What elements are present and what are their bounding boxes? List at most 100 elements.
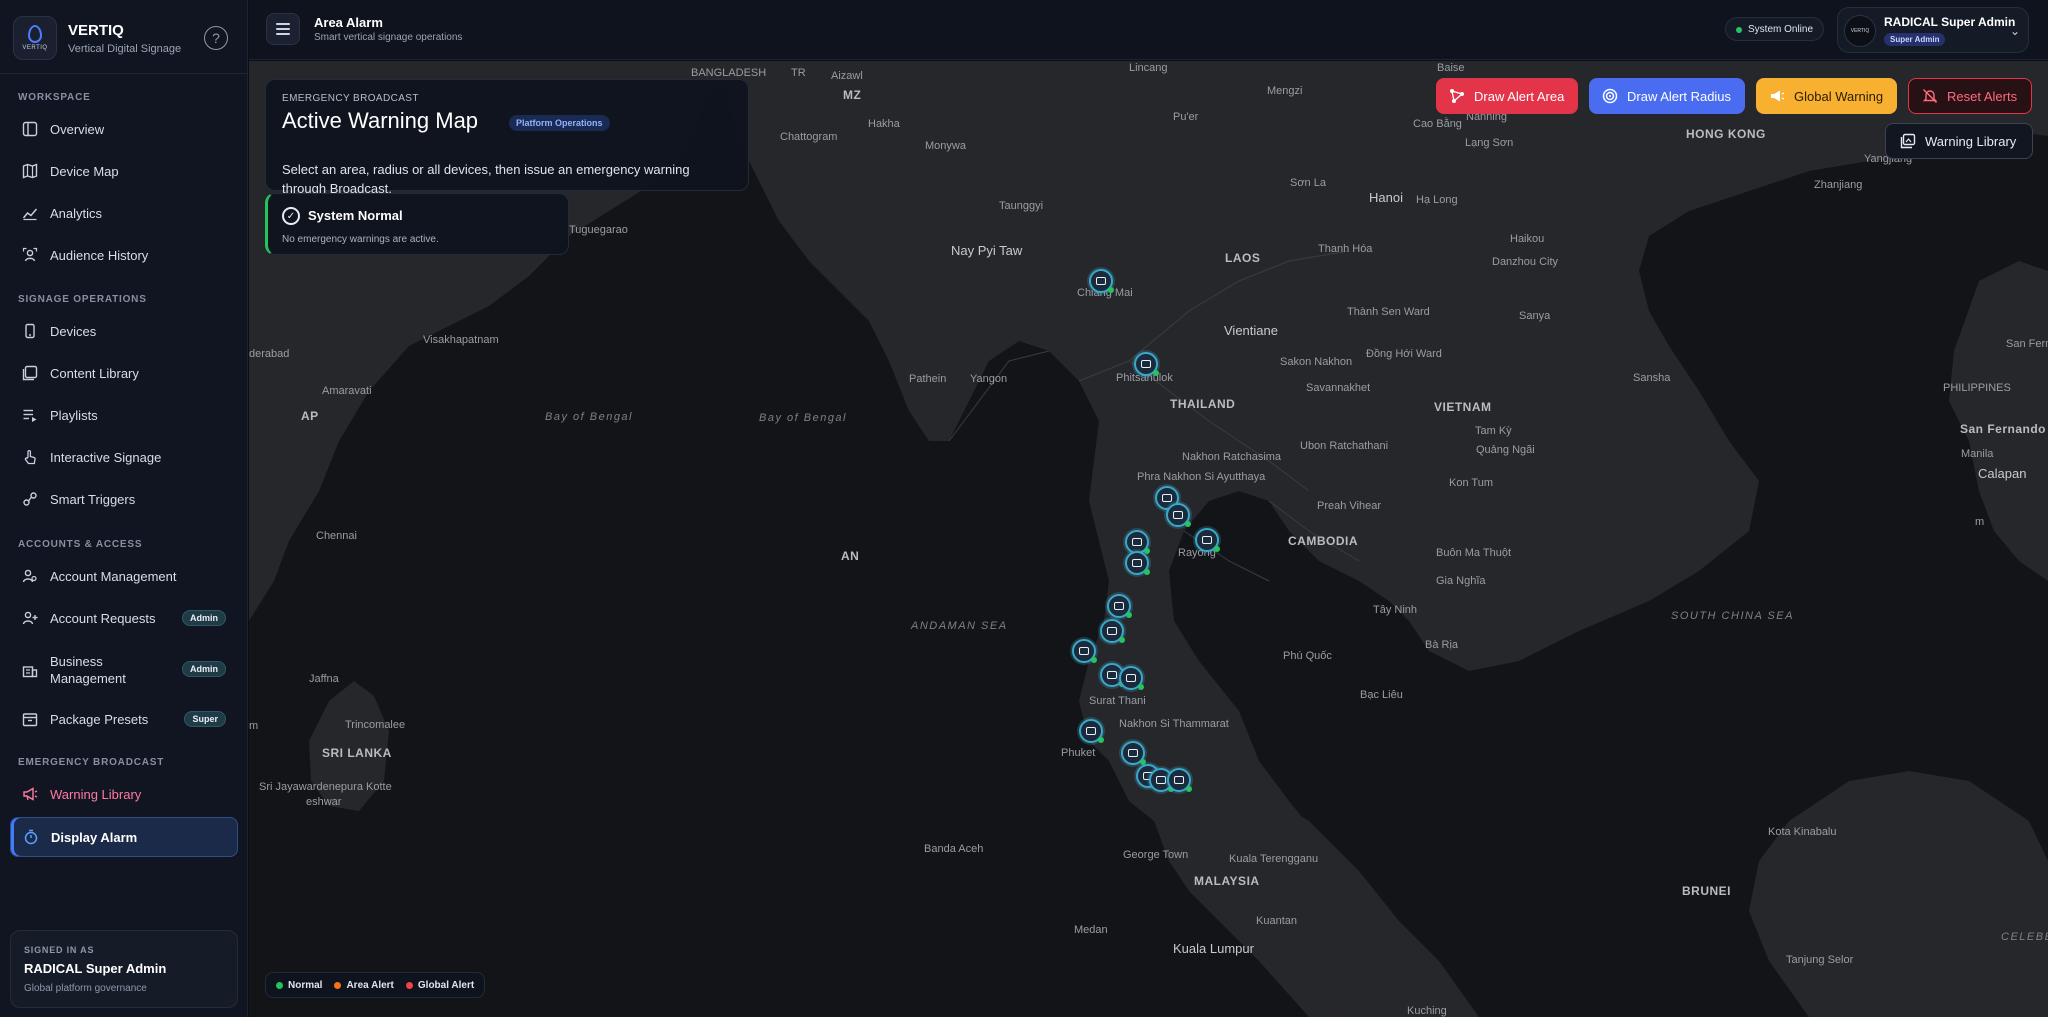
- sidebar-item-playlists[interactable]: Playlists: [10, 396, 238, 434]
- sidebar-item-audience-history[interactable]: Audience History: [10, 236, 238, 274]
- help-icon[interactable]: ?: [204, 26, 228, 50]
- device-marker[interactable]: [1119, 666, 1144, 694]
- sidebar-item-overview[interactable]: Overview: [10, 110, 238, 148]
- map-place-label: Hạ Long: [1416, 194, 1458, 206]
- card-eyebrow: EMERGENCY BROADCAST: [282, 93, 419, 104]
- map-place-label: San Fernando: [1960, 422, 2047, 436]
- map-place-label: derabad: [249, 348, 290, 360]
- map-place-label: Chennai: [316, 530, 357, 542]
- sidebar-item-warning-library[interactable]: Warning Library: [10, 775, 238, 813]
- map-place-label: George Town: [1123, 849, 1189, 861]
- map-place-label: Thanh Hóa: [1318, 243, 1373, 255]
- sidebar-item-account-requests[interactable]: Account Requests Admin: [10, 599, 238, 637]
- device-marker[interactable]: [1134, 352, 1159, 380]
- signed-in-label: SIGNED IN AS: [24, 945, 95, 955]
- map-place-label: Mengzi: [1267, 85, 1303, 97]
- chevron-down-icon: ⌄: [2009, 24, 2020, 38]
- map-place-label: Trincomalee: [345, 719, 406, 731]
- sidebar-item-label: Interactive Signage: [50, 449, 162, 465]
- global-warning-button[interactable]: Global Warning: [1756, 78, 1898, 114]
- map-place-label: Kota Kinabalu: [1768, 826, 1837, 838]
- sidebar-item-business-management[interactable]: Business Management Admin: [10, 648, 238, 692]
- user-menu[interactable]: VERTIQ RADICAL Super Admin Super Admin ⌄: [1837, 7, 2029, 53]
- legend-item-area-alert: Area Alert: [334, 980, 394, 991]
- map-place-label: Bạc Liêu: [1360, 689, 1403, 701]
- device-marker[interactable]: [1072, 639, 1097, 667]
- platform-operations-tag: Platform Operations: [509, 115, 610, 131]
- device-marker[interactable]: [1195, 528, 1220, 556]
- map-place-label: Chattogram: [780, 131, 838, 143]
- brand-tagline: Vertical Digital Signage: [68, 43, 182, 55]
- map-place-label: m: [249, 720, 259, 732]
- admin-badge: Admin: [182, 661, 226, 677]
- map-place-label: BANGLADESH: [691, 67, 767, 79]
- sidebar-item-analytics[interactable]: Analytics: [10, 194, 238, 232]
- sidebar-item-display-alarm[interactable]: Display Alarm: [10, 817, 238, 857]
- page-title: Area Alarm: [314, 15, 383, 30]
- map-place-label: SRI LANKA: [322, 746, 392, 760]
- user-add-icon: [21, 609, 39, 627]
- map-place-label: Hanoi: [1369, 190, 1403, 205]
- super-badge: Super: [184, 711, 226, 727]
- sidebar-item-device-map[interactable]: Device Map: [10, 152, 238, 190]
- section-signage-operations: SIGNAGE OPERATIONS: [18, 294, 147, 305]
- hamburger-icon: [276, 23, 290, 25]
- draw-alert-radius-button[interactable]: Draw Alert Radius: [1589, 78, 1746, 114]
- warning-map[interactable]: BANGLADESH TR Aizawl MZ Chattogram Hakha…: [249, 61, 2048, 1017]
- draw-alert-area-button[interactable]: Draw Alert Area: [1436, 78, 1579, 114]
- sidebar-item-label: Content Library: [50, 365, 139, 381]
- map-place-label: Thành Sen Ward: [1347, 306, 1430, 318]
- sidebar-item-account-management[interactable]: Account Management: [10, 557, 238, 595]
- device-marker[interactable]: [1107, 594, 1132, 622]
- business-icon: [21, 661, 39, 679]
- map-place-label: Phú Quốc: [1283, 650, 1332, 662]
- page-subtitle: Smart vertical signage operations: [314, 32, 463, 43]
- map-place-label: Nakhon Ratchasima: [1182, 451, 1282, 463]
- sidebar: VERTIQ VERTIQ Vertical Digital Signage ?…: [0, 0, 248, 1017]
- map-place-label: Bà Rịa: [1425, 639, 1459, 651]
- trigger-icon: [21, 490, 39, 508]
- map-place-label: Haikou: [1510, 233, 1545, 245]
- map-place-label: Tanjung Selor: [1786, 954, 1854, 966]
- map-place-label: Medan: [1074, 924, 1108, 936]
- map-place-label: Sansha: [1633, 372, 1671, 384]
- sidebar-item-label: Account Requests: [50, 610, 156, 626]
- device-marker[interactable]: [1100, 619, 1125, 647]
- system-status-badge: System Online: [1725, 17, 1825, 41]
- system-status-card: ✓ System Normal No emergency warnings ar…: [265, 193, 569, 255]
- map-place-label: THAILAND: [1170, 397, 1236, 411]
- sidebar-item-label: Smart Triggers: [50, 491, 136, 507]
- map-place-label: Zhanjiang: [1814, 179, 1863, 191]
- map-place-label: HONG KONG: [1686, 127, 1766, 141]
- map-place-label: Banda Aceh: [924, 843, 984, 855]
- map-place-label: Phuket: [1061, 747, 1096, 759]
- reset-alerts-button[interactable]: Reset Alerts: [1908, 78, 2033, 114]
- user-name: RADICAL Super Admin: [1884, 15, 2016, 29]
- device-marker[interactable]: [1125, 551, 1150, 579]
- avatar: VERTIQ: [1844, 15, 1876, 47]
- sidebar-item-package-presets[interactable]: Package Presets Super: [10, 700, 238, 738]
- sidebar-item-label: Business Management: [50, 653, 126, 687]
- map-place-label: Nay Pyi Taw: [951, 243, 1023, 258]
- device-marker[interactable]: [1167, 768, 1192, 796]
- sidebar-item-smart-triggers[interactable]: Smart Triggers: [10, 480, 238, 518]
- sidebar-item-devices[interactable]: Devices: [10, 312, 238, 350]
- map-place-label: Kuching: [1407, 1005, 1447, 1017]
- device-marker[interactable]: [1079, 719, 1104, 747]
- warning-library-button[interactable]: Warning Library: [1885, 123, 2033, 159]
- sidebar-item-interactive-signage[interactable]: Interactive Signage: [10, 438, 238, 476]
- map-place-label: BRUNEI: [1682, 884, 1732, 898]
- admin-badge: Admin: [182, 610, 226, 626]
- device-marker[interactable]: [1089, 269, 1114, 297]
- device-marker[interactable]: [1166, 503, 1191, 531]
- library-icon: [21, 364, 39, 382]
- menu-toggle-button[interactable]: [266, 13, 300, 45]
- map-place-label: Gia Nghĩa: [1436, 575, 1486, 587]
- sidebar-item-content-library[interactable]: Content Library: [10, 354, 238, 392]
- map-place-label: Preah Vihear: [1317, 500, 1382, 512]
- brand[interactable]: VERTIQ VERTIQ Vertical Digital Signage: [13, 16, 235, 62]
- map-place-label: Savannakhet: [1306, 382, 1371, 394]
- map-place-label: Sơn La: [1290, 177, 1326, 189]
- user-role-badge: Super Admin: [1884, 33, 1946, 46]
- map-place-label: TR: [791, 67, 806, 79]
